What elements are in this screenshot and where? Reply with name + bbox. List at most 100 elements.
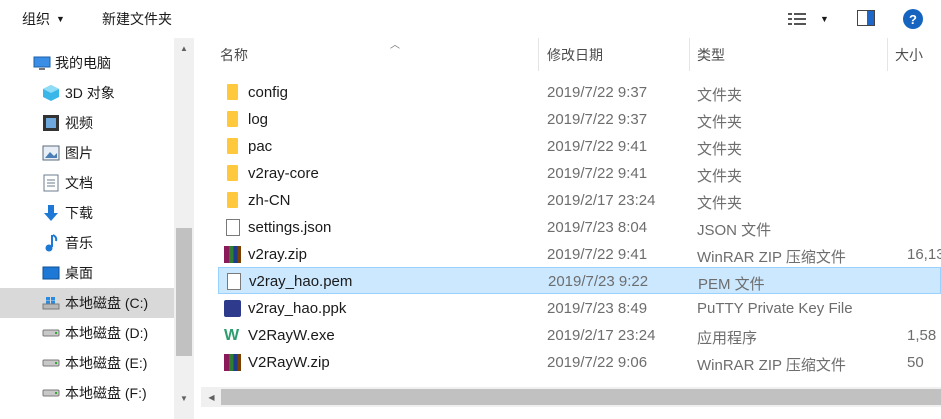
nav-item-downloads[interactable]: 下载 — [0, 198, 174, 228]
help-button[interactable]: ? — [903, 9, 923, 29]
nav-item-label: 文档 — [65, 175, 93, 191]
file-name: V2RayW.zip — [248, 354, 330, 371]
file-type: 文件夹 — [697, 114, 743, 131]
column-header-size[interactable]: 大小 — [895, 38, 923, 71]
nav-item-documents[interactable]: 文档 — [0, 168, 174, 198]
help-icon: ? — [909, 11, 917, 27]
nav-item-this-pc[interactable]: 我的电脑 — [0, 48, 174, 78]
file-type: 文件夹 — [697, 195, 743, 212]
scroll-left-arrow-icon[interactable]: ◀ — [203, 387, 220, 407]
file-date: 2019/7/22 9:41 — [547, 246, 648, 263]
file-date: 2019/2/17 23:24 — [547, 192, 656, 209]
scroll-up-arrow-icon[interactable]: ▲ — [174, 40, 194, 57]
column-header-label: 大小 — [895, 46, 923, 63]
column-header-label: 类型 — [697, 46, 725, 63]
file-row[interactable]: log 2019/7/22 9:37 文件夹 — [218, 106, 941, 133]
column-header-name[interactable]: 名称 ︿ — [220, 38, 400, 71]
nav-item-pictures[interactable]: 图片 — [0, 138, 174, 168]
file-date: 2019/7/22 9:06 — [547, 354, 648, 371]
file-date: 2019/2/17 23:24 — [547, 327, 656, 344]
scrollbar-thumb[interactable] — [221, 389, 941, 405]
file-name: V2RayW.exe — [248, 327, 335, 344]
download-icon — [42, 205, 60, 221]
putty-key-icon — [224, 300, 242, 318]
file-date: 2019/7/22 9:37 — [547, 111, 648, 128]
horizontal-scrollbar[interactable]: ◀ — [201, 387, 941, 407]
file-date: 2019/7/22 9:41 — [547, 138, 648, 155]
preview-pane-button[interactable] — [857, 10, 875, 26]
file-size: 16,13 — [907, 246, 941, 263]
organize-label: 组织 — [22, 11, 50, 27]
windows-drive-icon — [42, 295, 60, 311]
file-size: 1,58 — [907, 327, 937, 344]
nav-item-drive-e[interactable]: 本地磁盘 (E:) — [0, 348, 174, 378]
drive-icon — [42, 355, 60, 371]
file-row[interactable]: zh-CN 2019/2/17 23:24 文件夹 — [218, 187, 941, 214]
nav-item-3d-objects[interactable]: 3D 对象 — [0, 78, 174, 108]
scrollbar-thumb[interactable] — [176, 228, 192, 356]
nav-item-music[interactable]: 音乐 — [0, 228, 174, 258]
file-type: WinRAR ZIP 压缩文件 — [697, 357, 846, 374]
file-date: 2019/7/23 9:22 — [548, 273, 649, 290]
folder-icon — [224, 192, 242, 210]
nav-item-label: 下载 — [65, 205, 93, 221]
chevron-down-icon: ▼ — [820, 14, 829, 24]
file-name: v2ray.zip — [248, 246, 307, 263]
nav-item-label: 我的电脑 — [55, 55, 111, 71]
chevron-down-icon: ▼ — [56, 14, 65, 24]
file-name: v2ray_hao.pem — [249, 273, 353, 290]
drive-icon — [42, 385, 60, 401]
new-folder-label: 新建文件夹 — [102, 11, 172, 27]
file-row[interactable]: V2RayW.zip 2019/7/22 9:06 WinRAR ZIP 压缩文… — [218, 349, 941, 376]
column-header-label: 修改日期 — [547, 46, 603, 63]
file-row-selected[interactable]: v2ray_hao.pem 2019/7/23 9:22 PEM 文件 — [218, 267, 941, 294]
file-type: 文件夹 — [697, 168, 743, 185]
nav-vertical-scrollbar[interactable]: ▲ ▼ — [174, 38, 194, 419]
nav-item-label: 3D 对象 — [65, 85, 115, 101]
preview-pane-icon — [857, 10, 875, 26]
column-header-date[interactable]: 修改日期 — [547, 38, 603, 71]
nav-item-drive-d[interactable]: 本地磁盘 (D:) — [0, 318, 174, 348]
nav-item-drive-f[interactable]: 本地磁盘 (F:) — [0, 378, 174, 408]
column-divider[interactable] — [887, 38, 888, 71]
3d-objects-icon — [42, 85, 60, 101]
file-row[interactable]: v2ray.zip 2019/7/22 9:41 WinRAR ZIP 压缩文件… — [218, 241, 941, 268]
file-row[interactable]: settings.json 2019/7/23 8:04 JSON 文件 — [218, 214, 941, 241]
folder-icon — [224, 111, 242, 129]
nav-item-label: 音乐 — [65, 235, 93, 251]
new-folder-button[interactable]: 新建文件夹 — [102, 9, 172, 29]
file-date: 2019/7/22 9:41 — [547, 165, 648, 182]
file-name: log — [248, 111, 269, 128]
change-view-button[interactable]: ▼ — [788, 10, 834, 28]
folder-icon — [224, 84, 242, 102]
column-divider[interactable] — [689, 38, 690, 71]
column-header-type[interactable]: 类型 — [697, 38, 725, 71]
file-row[interactable]: config 2019/7/22 9:37 文件夹 — [218, 79, 941, 106]
documents-icon — [42, 174, 60, 192]
file-type: WinRAR ZIP 压缩文件 — [697, 249, 846, 266]
file-row[interactable]: v2ray-core 2019/7/22 9:41 文件夹 — [218, 160, 941, 187]
file-list: 名称 ︿ 修改日期 类型 大小 config 2019/7/22 9:37 文件… — [201, 38, 941, 419]
pictures-icon — [42, 145, 60, 161]
column-divider[interactable] — [538, 38, 539, 71]
video-icon — [42, 115, 60, 131]
navigation-pane: 我的电脑 3D 对象 视频 图片 文档 下载 音乐 桌面 本地磁盘 (C:) 本… — [0, 38, 194, 419]
file-row[interactable]: W V2RayW.exe 2019/2/17 23:24 应用程序 1,58 — [218, 322, 941, 349]
file-name: zh-CN — [248, 192, 291, 209]
file-row[interactable]: pac 2019/7/22 9:41 文件夹 — [218, 133, 941, 160]
file-name: config — [248, 84, 289, 101]
folder-icon — [224, 138, 242, 156]
nav-item-label: 本地磁盘 (F:) — [65, 385, 147, 401]
scroll-down-arrow-icon[interactable]: ▼ — [174, 390, 194, 407]
file-type: 应用程序 — [697, 330, 758, 347]
nav-item-label: 本地磁盘 (C:) — [65, 295, 149, 311]
sort-ascending-icon: ︿ — [390, 40, 400, 51]
nav-item-videos[interactable]: 视频 — [0, 108, 174, 138]
file-size: 50 — [907, 354, 924, 371]
nav-item-desktop[interactable]: 桌面 — [0, 258, 174, 288]
winrar-icon — [224, 246, 242, 264]
organize-menu-button[interactable]: 组织 ▼ — [22, 9, 65, 29]
nav-item-drive-c[interactable]: 本地磁盘 (C:) — [0, 288, 174, 318]
file-row[interactable]: v2ray_hao.ppk 2019/7/23 8:49 PuTTY Priva… — [218, 295, 941, 322]
nav-item-label: 本地磁盘 (E:) — [65, 355, 148, 371]
